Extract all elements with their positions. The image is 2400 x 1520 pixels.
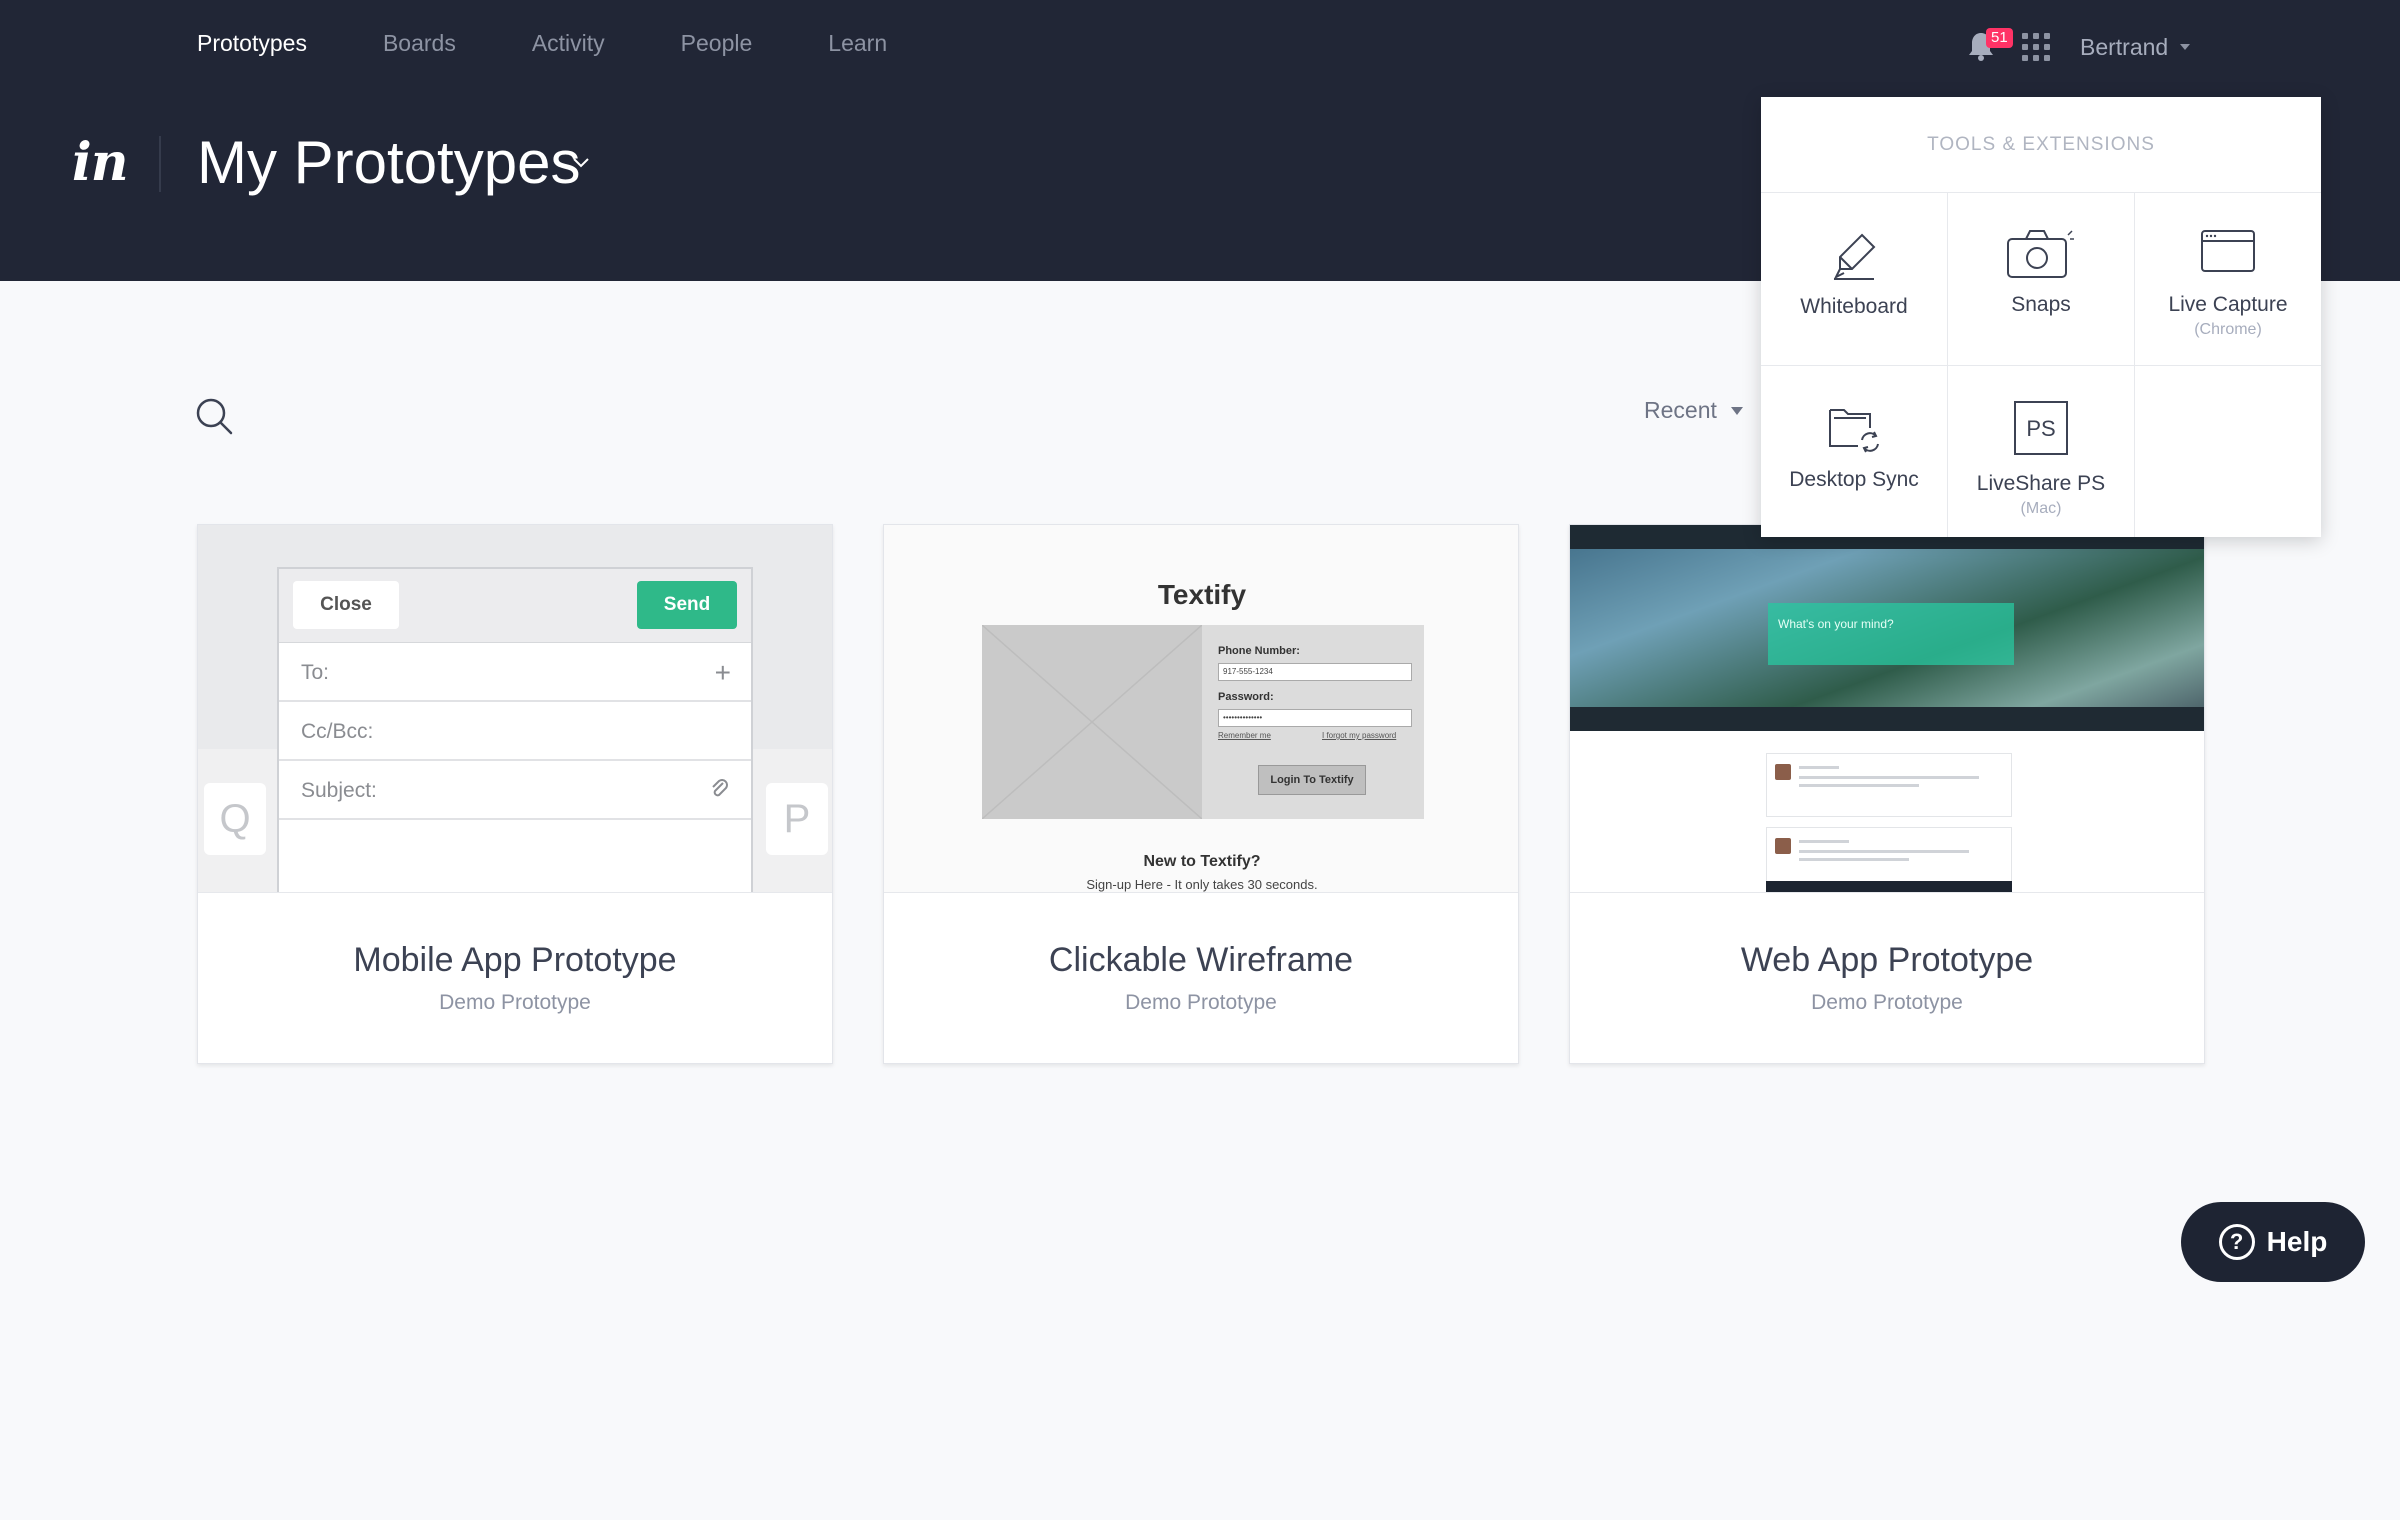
nav-item-prototypes[interactable]: Prototypes bbox=[197, 30, 307, 57]
tools-heading: TOOLS & EXTENSIONS bbox=[1761, 97, 2321, 193]
prototype-thumbnail: Textify Phone Number: 917-555-1234 Passw… bbox=[884, 525, 1518, 893]
mock-feed bbox=[1570, 731, 2204, 892]
user-menu[interactable]: Bertrand bbox=[2080, 33, 2191, 61]
invision-logo[interactable]: in bbox=[72, 132, 129, 193]
user-name: Bertrand bbox=[2080, 33, 2169, 60]
logo-divider bbox=[159, 136, 161, 192]
camera-icon bbox=[2007, 230, 2074, 278]
tool-sublabel: (Mac) bbox=[2020, 500, 2062, 517]
mock-to-field: To: bbox=[301, 661, 330, 684]
mock-password-label: Password: bbox=[1218, 691, 1274, 703]
nav-item-people[interactable]: People bbox=[681, 30, 753, 57]
notification-badge: 51 bbox=[1986, 28, 2013, 48]
tool-whiteboard[interactable]: Whiteboard bbox=[1761, 193, 1947, 365]
mock-dark-strip bbox=[1766, 881, 2012, 892]
card-title: Clickable Wireframe bbox=[1048, 941, 1354, 979]
main-nav: Prototypes Boards Activity People Learn bbox=[197, 30, 963, 57]
tool-snaps[interactable]: Snaps bbox=[1948, 193, 2134, 365]
ps-text: PS bbox=[2026, 416, 2055, 441]
search-icon[interactable] bbox=[194, 396, 234, 436]
help-label: Help bbox=[2266, 1226, 2328, 1257]
prototype-thumbnail: Q P Close Send To: + Cc/Bcc: Subject: bbox=[198, 525, 832, 893]
mock-subject-field: Subject: bbox=[301, 779, 377, 802]
mock-login-button: Login To Textify bbox=[1258, 765, 1366, 795]
prototype-card[interactable]: Textify Phone Number: 917-555-1234 Passw… bbox=[883, 524, 1519, 1064]
header-actions: 51 Bertrand bbox=[1966, 28, 2191, 64]
prototype-thumbnail: What's on your mind? bbox=[1570, 525, 2204, 893]
mock-tabs bbox=[1570, 707, 2204, 731]
whiteboard-icon bbox=[1833, 233, 1876, 280]
prototype-card[interactable]: What's on your mind? Web App Prototype D… bbox=[1569, 524, 2205, 1064]
card-subtitle: Demo Prototype bbox=[1811, 991, 1963, 1014]
mock-phone-input: 917-555-1234 bbox=[1218, 663, 1412, 681]
notifications-button[interactable]: 51 bbox=[1966, 28, 2013, 64]
paperclip-icon bbox=[712, 779, 728, 797]
prototype-card[interactable]: Q P Close Send To: + Cc/Bcc: Subject: Mo… bbox=[197, 524, 833, 1064]
card-subtitle: Demo Prototype bbox=[1125, 991, 1277, 1014]
mock-phone-label: Phone Number: bbox=[1218, 645, 1300, 657]
tool-live-capture[interactable]: Live Capture (Chrome) bbox=[2135, 193, 2321, 365]
tool-label: Snaps bbox=[2011, 293, 2071, 316]
mock-signup-text: Sign-up Here - It only takes 30 seconds. bbox=[1086, 877, 1318, 892]
tool-desktop-sync[interactable]: Desktop Sync bbox=[1761, 366, 1947, 538]
tool-label: LiveShare PS bbox=[1976, 472, 2106, 495]
chevron-down-icon bbox=[2180, 44, 2191, 50]
mock-app-title: Textify bbox=[1157, 579, 1247, 610]
placeholder-image-icon bbox=[982, 625, 1202, 819]
tool-sublabel: (Chrome) bbox=[2194, 321, 2262, 338]
plus-icon: + bbox=[714, 657, 731, 688]
tool-label: Desktop Sync bbox=[1789, 468, 1919, 491]
mock-send-button: Send bbox=[637, 581, 737, 629]
sort-label: Recent bbox=[1644, 397, 1717, 423]
tool-label: Live Capture bbox=[2168, 293, 2288, 316]
chevron-down-icon bbox=[1730, 406, 1743, 415]
mock-new-heading: New to Textify? bbox=[1143, 853, 1261, 870]
card-subtitle: Demo Prototype bbox=[439, 991, 591, 1014]
apps-grid-icon[interactable] bbox=[2022, 33, 2050, 61]
browser-window-icon bbox=[2201, 230, 2255, 272]
nav-item-boards[interactable]: Boards bbox=[383, 30, 456, 57]
help-button[interactable]: ? Help bbox=[2181, 1202, 2365, 1282]
page-title[interactable]: My Prototypes bbox=[197, 128, 580, 197]
tool-liveshare-ps[interactable]: PS LiveShare PS (Mac) bbox=[1948, 366, 2134, 538]
mock-remember: Remember me bbox=[1218, 731, 1271, 740]
question-icon: ? bbox=[2218, 1224, 2255, 1260]
mock-status-prompt: What's on your mind? bbox=[1778, 617, 1894, 631]
keyboard-key: P bbox=[766, 783, 828, 855]
folder-sync-icon bbox=[1829, 409, 1879, 453]
tools-extensions-dropdown: TOOLS & EXTENSIONS Whiteboard Snaps Live… bbox=[1761, 97, 2321, 537]
mobile-mock-screen: Close Send To: + Cc/Bcc: Subject: bbox=[277, 567, 753, 892]
mock-status-box: What's on your mind? bbox=[1768, 603, 2014, 665]
mock-ccbcc-field: Cc/Bcc: bbox=[301, 720, 374, 743]
chevron-down-icon[interactable] bbox=[573, 158, 589, 168]
nav-item-learn[interactable]: Learn bbox=[828, 30, 887, 57]
card-title: Mobile App Prototype bbox=[353, 941, 677, 979]
mock-forgot: I forgot my password bbox=[1322, 731, 1397, 740]
nav-item-activity[interactable]: Activity bbox=[532, 30, 605, 57]
photoshop-icon: PS bbox=[2014, 401, 2068, 455]
mock-login-box: Phone Number: 917-555-1234 Password: •••… bbox=[982, 625, 1424, 819]
keyboard-key: Q bbox=[204, 783, 266, 855]
mock-password-input: •••••••••••••• bbox=[1218, 709, 1412, 727]
mock-post bbox=[1766, 753, 2012, 817]
card-title: Web App Prototype bbox=[1740, 941, 2034, 979]
mock-close-button: Close bbox=[293, 581, 399, 629]
tool-label: Whiteboard bbox=[1800, 295, 1908, 318]
sort-dropdown[interactable]: Recent bbox=[1644, 397, 1743, 424]
